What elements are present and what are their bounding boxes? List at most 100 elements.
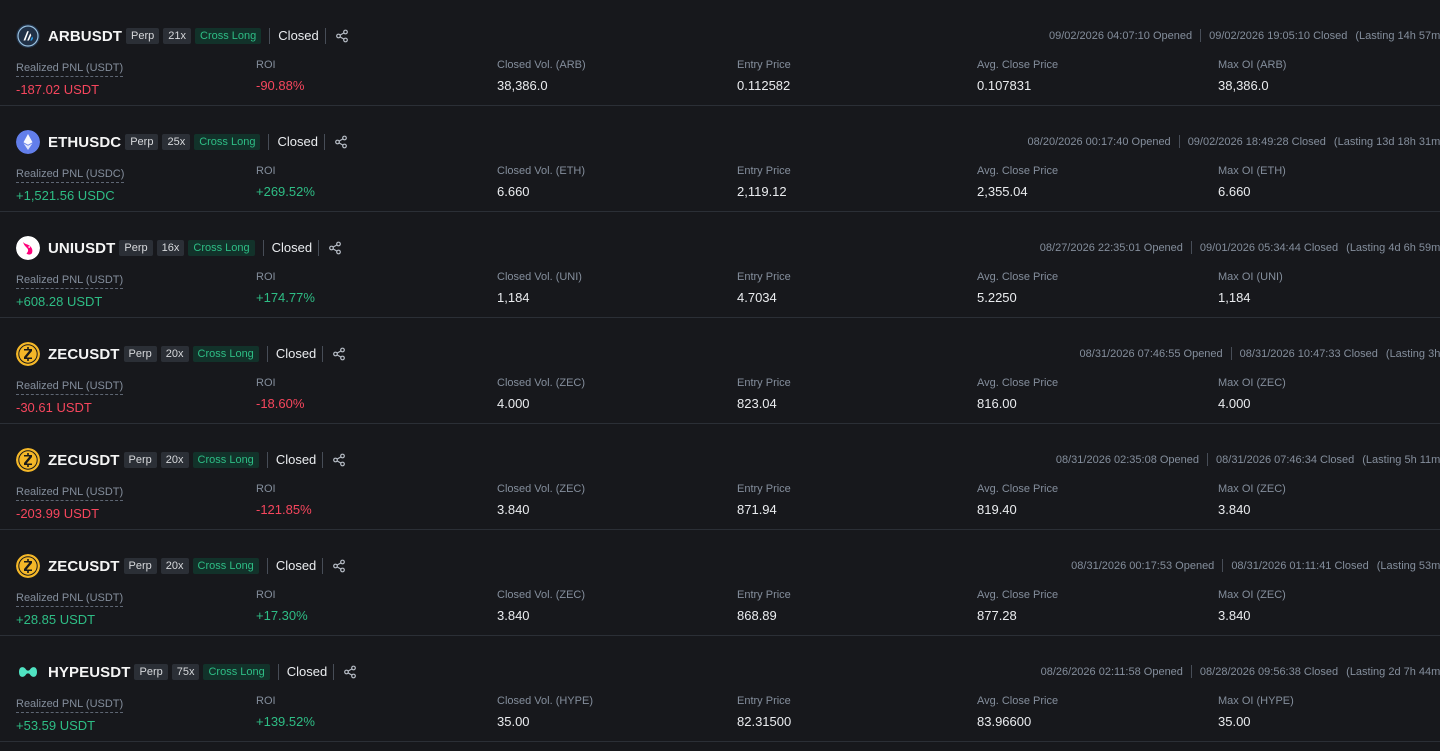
closed-volume-value: 4.000 bbox=[497, 396, 530, 411]
symbol-label[interactable]: ZECUSDT bbox=[48, 346, 120, 363]
time-divider bbox=[1178, 135, 1180, 148]
position-times: 08/31/2026 00:17:53 Opened 08/31/2026 01:… bbox=[1071, 559, 1440, 572]
symbol-label[interactable]: UNIUSDT bbox=[48, 240, 115, 257]
realized-pnl-label[interactable]: Realized PNL (USDT) bbox=[16, 61, 124, 77]
status-label: Closed bbox=[268, 134, 318, 150]
side-tag: Cross Long bbox=[192, 558, 259, 574]
opened-time: 08/26/2026 02:11:58 Opened bbox=[1040, 665, 1183, 678]
position-times: 08/31/2026 02:35:08 Opened 08/31/2026 07:… bbox=[1056, 453, 1440, 466]
closed-volume-label: Closed Vol. (ETH) bbox=[497, 165, 586, 177]
side-tag: Cross Long bbox=[188, 240, 255, 256]
share-button[interactable] bbox=[318, 240, 345, 256]
closed-volume-value: 3.840 bbox=[497, 608, 530, 623]
max-open-interest-label: Max OI (UNI) bbox=[1218, 271, 1283, 283]
position-card[interactable]: ARBUSDT Perp 21x Cross Long Closed 09/02/2026… bbox=[0, 0, 1440, 106]
closed-volume-field: Closed Vol. (ARB) 38,386.0 bbox=[497, 58, 586, 94]
status-label: Closed bbox=[266, 452, 316, 468]
position-card[interactable]: ETHUSDC Perp 25x Cross Long Closed 08/20/2026… bbox=[0, 106, 1440, 212]
roi-field: ROI -121.85% bbox=[256, 482, 312, 518]
max-open-interest-label: Max OI (ARB) bbox=[1218, 59, 1287, 71]
status-label: Closed bbox=[262, 240, 312, 256]
roi-label: ROI bbox=[256, 271, 276, 283]
realized-pnl-field: Realized PNL (USDT) -30.61 USDT bbox=[16, 376, 124, 416]
max-open-interest-value: 4.000 bbox=[1218, 396, 1251, 411]
position-card[interactable]: HYPEUSDT Perp 75x Cross Long Closed 08/26/202… bbox=[0, 636, 1440, 742]
position-header: ZECUSDT Perp 20x Cross Long Closed bbox=[48, 449, 349, 471]
share-button[interactable] bbox=[322, 346, 349, 362]
closed-volume-value: 6.660 bbox=[497, 184, 530, 199]
entry-price-label: Entry Price bbox=[737, 165, 791, 177]
share-button[interactable] bbox=[322, 452, 349, 468]
eth-icon bbox=[16, 130, 40, 154]
closed-volume-field: Closed Vol. (ETH) 6.660 bbox=[497, 164, 585, 200]
closed-volume-field: Closed Vol. (HYPE) 35.00 bbox=[497, 694, 593, 730]
entry-price-value: 82.31500 bbox=[737, 714, 792, 729]
share-button[interactable] bbox=[322, 558, 349, 574]
closed-time: 09/02/2026 19:05:10 Closed bbox=[1209, 29, 1348, 42]
symbol-label[interactable]: ARBUSDT bbox=[48, 28, 122, 45]
opened-time: 08/31/2026 02:35:08 Opened bbox=[1055, 453, 1200, 466]
entry-price-value: 0.112582 bbox=[737, 78, 791, 93]
avg-close-price-label: Avg. Close Price bbox=[977, 377, 1059, 389]
lasting-duration: (Lasting 13d 18h 31m) bbox=[1333, 135, 1440, 148]
symbol-label[interactable]: HYPEUSDT bbox=[48, 664, 130, 681]
roi-field: ROI +139.52% bbox=[256, 694, 315, 730]
position-card[interactable]: ZECUSDT Perp 20x Cross Long Closed 08/31/2026… bbox=[0, 424, 1440, 530]
realized-pnl-label[interactable]: Realized PNL (USDT) bbox=[16, 591, 124, 607]
time-divider bbox=[1230, 347, 1232, 360]
entry-price-field: Entry Price 4.7034 bbox=[737, 270, 791, 306]
lasting-duration: (Lasting 3h) bbox=[1385, 347, 1440, 360]
symbol-label[interactable]: ZECUSDT bbox=[48, 558, 120, 575]
closed-time: 08/31/2026 10:47:33 Closed bbox=[1239, 347, 1378, 360]
realized-pnl-label[interactable]: Realized PNL (USDT) bbox=[16, 273, 124, 289]
avg-close-price-field: Avg. Close Price 5.2250 bbox=[977, 270, 1058, 306]
position-card[interactable]: ZECUSDT Perp 20x Cross Long Closed 08/31/2026… bbox=[0, 530, 1440, 636]
share-button[interactable] bbox=[333, 664, 360, 680]
avg-close-price-label: Avg. Close Price bbox=[977, 165, 1059, 177]
realized-pnl-label[interactable]: Realized PNL (USDT) bbox=[16, 379, 124, 395]
position-card[interactable]: UNIUSDT Perp 16x Cross Long Closed 08/27/2026… bbox=[0, 212, 1440, 318]
symbol-label[interactable]: ETHUSDC bbox=[48, 134, 121, 151]
closed-volume-label: Closed Vol. (ZEC) bbox=[497, 483, 586, 495]
share-icon bbox=[334, 135, 348, 149]
realized-pnl-value: -203.99 USDT bbox=[16, 506, 100, 521]
position-card[interactable]: ZECUSDT Perp 20x Cross Long Closed 08/31/2026… bbox=[0, 318, 1440, 424]
realized-pnl-value: +1,521.56 USDC bbox=[16, 188, 115, 203]
entry-price-field: Entry Price 823.04 bbox=[737, 376, 791, 412]
share-button[interactable] bbox=[324, 28, 352, 44]
max-open-interest-label: Max OI (ZEC) bbox=[1218, 377, 1286, 389]
max-open-interest-value: 38,386.0 bbox=[1218, 78, 1269, 93]
max-open-interest-value: 35.00 bbox=[1218, 714, 1251, 729]
lasting-duration: (Lasting 4d 6h 59m) bbox=[1346, 241, 1440, 254]
closed-volume-value: 3.840 bbox=[497, 502, 530, 517]
max-open-interest-field: Max OI (HYPE) 35.00 bbox=[1218, 694, 1294, 730]
entry-price-label: Entry Price bbox=[737, 589, 791, 601]
entry-price-field: Entry Price 82.31500 bbox=[737, 694, 791, 730]
symbol-label[interactable]: ZECUSDT bbox=[48, 452, 120, 469]
opened-time: 08/20/2026 00:17:40 Opened bbox=[1027, 135, 1171, 148]
position-header: ZECUSDT Perp 20x Cross Long Closed bbox=[48, 343, 349, 365]
realized-pnl-label[interactable]: Realized PNL (USDT) bbox=[16, 697, 124, 713]
position-times: 08/31/2026 07:46:55 Opened 08/31/2026 10:… bbox=[1080, 347, 1440, 360]
side-tag: Cross Long bbox=[192, 346, 259, 362]
realized-pnl-field: Realized PNL (USDT) -203.99 USDT bbox=[16, 482, 124, 522]
share-icon bbox=[335, 29, 349, 43]
realized-pnl-value: +53.59 USDT bbox=[16, 718, 96, 733]
avg-close-price-label: Avg. Close Price bbox=[977, 589, 1059, 601]
share-icon bbox=[328, 241, 342, 255]
roi-value: -121.85% bbox=[256, 502, 312, 517]
time-divider bbox=[1207, 453, 1209, 466]
avg-close-price-label: Avg. Close Price bbox=[977, 59, 1059, 71]
roi-label: ROI bbox=[256, 589, 276, 601]
realized-pnl-label[interactable]: Realized PNL (USDT) bbox=[16, 485, 124, 501]
leverage-tag: 20x bbox=[160, 452, 189, 468]
realized-pnl-label[interactable]: Realized PNL (USDC) bbox=[16, 167, 125, 183]
side-tag: Cross Long bbox=[192, 452, 259, 468]
max-open-interest-field: Max OI (ZEC) 4.000 bbox=[1218, 376, 1286, 412]
opened-time: 08/27/2026 22:35:01 Opened bbox=[1039, 241, 1183, 254]
avg-close-price-value: 5.2250 bbox=[977, 290, 1017, 305]
contract-type-tag: Perp bbox=[119, 240, 153, 256]
position-header: HYPEUSDT Perp 75x Cross Long Closed bbox=[48, 661, 360, 683]
max-open-interest-label: Max OI (ZEC) bbox=[1218, 589, 1286, 601]
share-button[interactable] bbox=[323, 134, 351, 150]
